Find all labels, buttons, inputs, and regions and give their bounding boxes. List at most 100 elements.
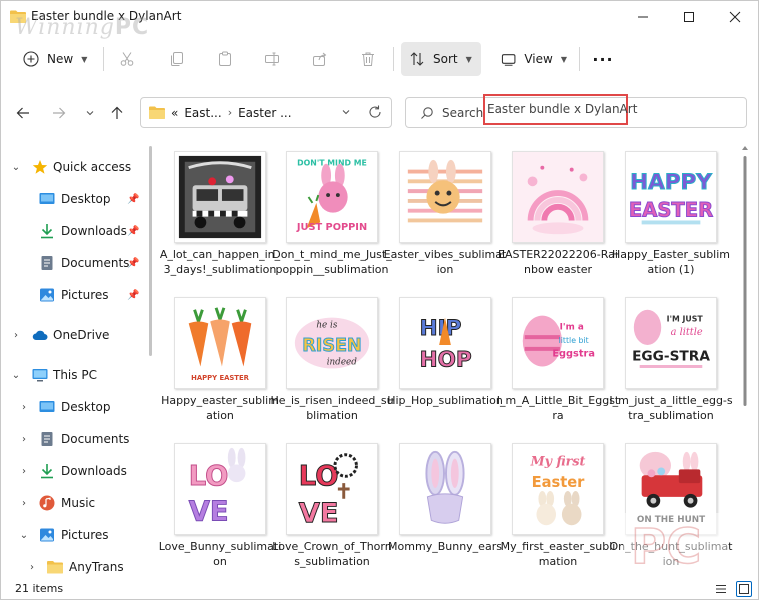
file-tile[interactable]: LO VE Love_Bunny_sublimation: [158, 436, 281, 579]
forward-button[interactable]: [46, 100, 72, 126]
breadcrumb-item[interactable]: East...: [184, 106, 221, 120]
new-button[interactable]: New ▼: [13, 43, 97, 75]
file-name[interactable]: Easter_vibes_sublimation: [383, 248, 507, 277]
eggstra-bit-thumbnail[interactable]: I'm a little bit Eggstra: [512, 297, 604, 389]
file-tile[interactable]: A_lot_can_happen_in_3_days!_sublimation: [158, 144, 280, 294]
file-name[interactable]: Happy_Easter_sublimation (1): [609, 248, 733, 277]
cut-button[interactable]: [115, 47, 139, 71]
delete-button[interactable]: [356, 47, 380, 71]
search-query-highlight[interactable]: Easter bundle x DylanArt: [483, 94, 637, 125]
file-tile[interactable]: EASTER22022206-Rainbow easter: [496, 144, 618, 294]
file-name[interactable]: Hip_Hop_sublimation: [383, 394, 507, 409]
sidebar-item-documents[interactable]: › Documents: [1, 425, 147, 453]
file-name[interactable]: Don_t_mind_me_Just_poppin__sublimation: [270, 248, 394, 277]
file-name[interactable]: A_lot_can_happen_in_3_days!_sublimation: [158, 248, 282, 277]
title-bar[interactable]: Easter bundle x DylanArt WinningPC: [1, 1, 758, 40]
love-bunny-thumbnail[interactable]: LO VE: [174, 443, 266, 535]
file-name[interactable]: Mommy_Bunny_ears: [383, 540, 507, 555]
sort-button[interactable]: Sort ▼: [401, 42, 481, 76]
carrots-thumbnail[interactable]: HAPPY EASTER: [174, 297, 266, 389]
file-name[interactable]: Happy_easter_sublimation: [158, 394, 282, 423]
file-name[interactable]: He_is_risen_indeed_sublimation: [270, 394, 394, 423]
sidebar-item-quick-access[interactable]: ⌄ Quick access: [1, 153, 147, 181]
search-box[interactable]: Search Easter bundle x DylanArt: [405, 94, 747, 128]
chevron-right-icon[interactable]: ›: [10, 330, 22, 341]
back-button[interactable]: [10, 100, 36, 126]
content-scrollbar[interactable]: [740, 142, 750, 579]
happy-easter-thumbnail[interactable]: HAPPY EASTER: [625, 151, 717, 243]
chevron-down-icon[interactable]: ⌄: [18, 530, 30, 541]
search-input[interactable]: Easter bundle x DylanArt: [487, 102, 637, 116]
sidebar-item-onedrive[interactable]: › OneDrive: [1, 321, 147, 349]
egg-stra-thumbnail[interactable]: I'M JUST a little EGG-STRA: [625, 297, 717, 389]
sidebar-item-documents[interactable]: Documents 📌: [1, 249, 147, 277]
file-name[interactable]: My_first_easter_sublimation: [496, 540, 620, 569]
breadcrumb-item[interactable]: Easter ...: [238, 106, 291, 120]
sidebar-item-desktop[interactable]: › Desktop: [1, 393, 147, 421]
file-tile[interactable]: LO VE Love_Crown_of_Thorns_sublimation: [270, 436, 392, 579]
first-easter-thumbnail[interactable]: My first Easter: [512, 443, 604, 535]
file-name[interactable]: Love_Bunny_sublimation: [158, 540, 282, 569]
navigation-pane[interactable]: ⌄ Quick access Desktop 📌 Downloads 📌 Doc…: [1, 142, 153, 579]
love-crown-thumbnail[interactable]: LO VE: [286, 443, 378, 535]
sidebar-item-pictures[interactable]: ⌄ Pictures: [1, 521, 147, 549]
share-button[interactable]: [308, 47, 332, 71]
chevron-down-icon[interactable]: [341, 106, 351, 120]
pin-icon[interactable]: 📌: [127, 226, 139, 237]
bunny-carrot-thumbnail[interactable]: DON'T MIND ME JUST POPPIN: [286, 151, 378, 243]
file-tile[interactable]: DON'T MIND ME JUST POPPIN Don_t_mind_me_J…: [270, 144, 392, 294]
chevron-right-icon[interactable]: ›: [18, 498, 30, 509]
file-tile[interactable]: I'M JUST a little EGG-STRA I_m_just_a_li…: [609, 290, 733, 440]
chevron-right-icon[interactable]: ›: [18, 466, 30, 477]
file-name[interactable]: I_m_just_a_little_egg-stra_sublimation: [609, 394, 733, 423]
file-name[interactable]: I_m_A_Little_Bit_Eggstra: [496, 394, 620, 423]
file-tile[interactable]: HIP HOP Hip_Hop_sublimation: [383, 290, 503, 440]
pin-icon[interactable]: 📌: [127, 290, 139, 301]
sidebar-item-downloads[interactable]: Downloads 📌: [1, 217, 147, 245]
recent-locations-button[interactable]: [77, 100, 103, 126]
rainbow-thumbnail[interactable]: [512, 151, 604, 243]
file-tile[interactable]: he is RISEN indeed He_is_risen_indeed_sub…: [270, 290, 394, 440]
file-tile[interactable]: I'm a little bit Eggstra I_m_A_Little_Bit…: [496, 290, 619, 440]
rename-button[interactable]: [260, 47, 284, 71]
paste-button[interactable]: [213, 47, 237, 71]
address-bar[interactable]: « East... › Easter ...: [140, 97, 392, 128]
minimize-button[interactable]: [620, 1, 666, 33]
close-button[interactable]: [712, 1, 758, 33]
file-name[interactable]: EASTER22022206-Rainbow easter: [496, 248, 620, 277]
chevron-right-icon[interactable]: ›: [18, 434, 30, 445]
file-tile[interactable]: My first Easter My_first_easter_sublimat…: [496, 436, 615, 579]
refresh-icon[interactable]: [367, 104, 383, 120]
truck-bw-thumbnail[interactable]: [174, 151, 266, 243]
file-tile[interactable]: HAPPY EASTER Happy_easter_sublimation: [158, 290, 279, 440]
file-tile[interactable]: Easter_vibes_sublimation: [383, 144, 506, 294]
smiley-bunny-thumbnail[interactable]: [399, 151, 491, 243]
chevron-down-icon[interactable]: ⌄: [10, 162, 22, 173]
up-button[interactable]: [104, 100, 130, 126]
details-view-button[interactable]: [713, 581, 729, 597]
view-button[interactable]: View ▼: [493, 42, 567, 76]
mommy-bunny-thumbnail[interactable]: [399, 443, 491, 535]
file-name[interactable]: Love_Crown_of_Thorns_sublimation: [270, 540, 394, 569]
pin-icon[interactable]: 📌: [127, 258, 139, 269]
sidebar-item-anytrans[interactable]: › AnyTrans: [1, 553, 147, 579]
copy-button[interactable]: [165, 47, 189, 71]
risen-thumbnail[interactable]: he is RISEN indeed: [286, 297, 378, 389]
chevron-down-icon[interactable]: ⌄: [10, 370, 22, 381]
sidebar-item-this-pc[interactable]: ⌄ This PC: [1, 361, 147, 389]
more-options-button[interactable]: ···: [591, 42, 615, 76]
sidebar-scrollbar-thumb[interactable]: [149, 146, 152, 356]
chevron-right-icon[interactable]: ›: [26, 562, 38, 573]
sidebar-item-pictures[interactable]: Pictures 📌: [1, 281, 147, 309]
thumbnails-view-button[interactable]: [736, 581, 752, 597]
breadcrumb-overflow[interactable]: «: [171, 106, 178, 120]
sidebar-item-downloads[interactable]: › Downloads: [1, 457, 147, 485]
sidebar-item-music[interactable]: › Music: [1, 489, 147, 517]
hip-hop-thumbnail[interactable]: HIP HOP: [399, 297, 491, 389]
file-tile[interactable]: HAPPY EASTER Happy_Easter_sublimation (1…: [609, 144, 730, 294]
sidebar-item-desktop[interactable]: Desktop 📌: [1, 185, 147, 213]
chevron-right-icon[interactable]: ›: [18, 402, 30, 413]
maximize-button[interactable]: [666, 1, 712, 33]
file-tile[interactable]: Mommy_Bunny_ears: [383, 436, 502, 579]
pin-icon[interactable]: 📌: [127, 194, 139, 205]
